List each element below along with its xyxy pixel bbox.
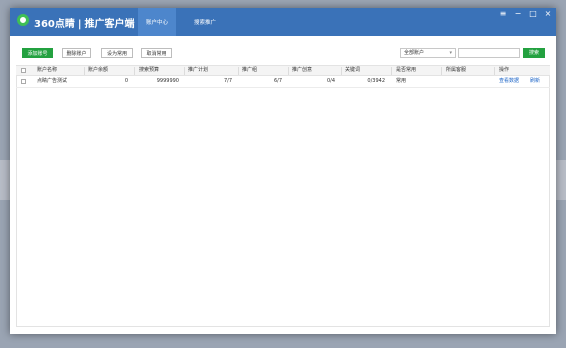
app-window: 360点睛 | 推广客户端 账户中心 搜索推广 ≡ − □ × 添加账号 删除账户 …: [10, 8, 556, 334]
cell-balance: 0: [124, 78, 128, 84]
cell-account-name: 点睛广告测试: [37, 78, 68, 84]
column-divider: [494, 67, 495, 75]
chevron-down-icon: ▾: [449, 50, 452, 56]
col-account-name: 账户名称: [37, 67, 58, 73]
account-filter-select[interactable]: 全部账户 ▾: [400, 48, 456, 58]
app-title: 360点睛 | 推广客户端: [34, 15, 135, 30]
col-is-common: 是否常用: [396, 67, 417, 73]
view-data-link[interactable]: 查看数据: [499, 77, 519, 86]
column-divider: [288, 67, 289, 75]
cell-groups: 6/7: [273, 78, 282, 84]
cancel-common-button[interactable]: 取消常用: [141, 48, 172, 58]
cell-is-common: 常用: [396, 78, 407, 84]
select-all-checkbox[interactable]: [21, 68, 26, 73]
search-button[interactable]: 搜索: [523, 48, 545, 58]
column-divider: [391, 67, 392, 75]
column-divider: [134, 67, 135, 75]
search-input[interactable]: [458, 48, 520, 58]
refresh-link[interactable]: 刷新: [530, 77, 540, 86]
col-groups: 推广组: [242, 67, 258, 73]
column-divider: [441, 67, 442, 75]
close-icon[interactable]: ×: [540, 8, 556, 22]
set-common-button[interactable]: 设为常用: [101, 48, 133, 58]
col-plans: 推广计划: [188, 67, 209, 73]
col-actions: 操作: [499, 67, 510, 73]
add-account-button[interactable]: 添加账号: [22, 48, 53, 58]
title-bar: 360点睛 | 推广客户端 账户中心 搜索推广 ≡ − □ ×: [10, 8, 556, 36]
column-divider: [341, 67, 342, 75]
row-checkbox[interactable]: [21, 79, 26, 84]
tab-search-promotion[interactable]: 搜索推广: [186, 8, 224, 36]
logo-text: 360点睛: [34, 19, 75, 30]
cell-budget: 9999990: [156, 78, 179, 84]
column-divider: [184, 67, 185, 75]
menu-icon[interactable]: ≡: [495, 8, 511, 22]
account-filter-value: 全部账户: [404, 50, 425, 56]
cell-plans: 7/7: [223, 78, 232, 84]
col-balance: 账户余额: [88, 67, 109, 73]
cell-keywords: 0/3942: [367, 78, 385, 84]
minimize-icon[interactable]: −: [510, 8, 526, 22]
title-separator: |: [77, 19, 82, 30]
table-header: 账户名称 账户余额 搜索预算 推广计划 推广组 推广创意 关键词 是否常用 所属…: [16, 65, 550, 76]
maximize-icon[interactable]: □: [525, 8, 541, 22]
col-keywords: 关键词: [345, 67, 361, 73]
delete-account-button[interactable]: 删除账户: [62, 48, 91, 58]
column-divider: [238, 67, 239, 75]
cell-creatives: 0/4: [326, 78, 335, 84]
col-service: 所属客服: [446, 67, 467, 73]
app-subtitle: 推广客户端: [84, 19, 135, 30]
table-row: 点睛广告测试 0 9999990 7/7 6/7 0/4 0/3942 常用 查…: [16, 77, 550, 88]
col-budget: 搜索预算: [139, 67, 160, 73]
column-divider: [84, 67, 85, 75]
table-panel: [16, 65, 550, 327]
tab-account-center[interactable]: 账户中心: [138, 8, 176, 36]
logo-icon: [17, 14, 29, 26]
col-creatives: 推广创意: [292, 67, 313, 73]
